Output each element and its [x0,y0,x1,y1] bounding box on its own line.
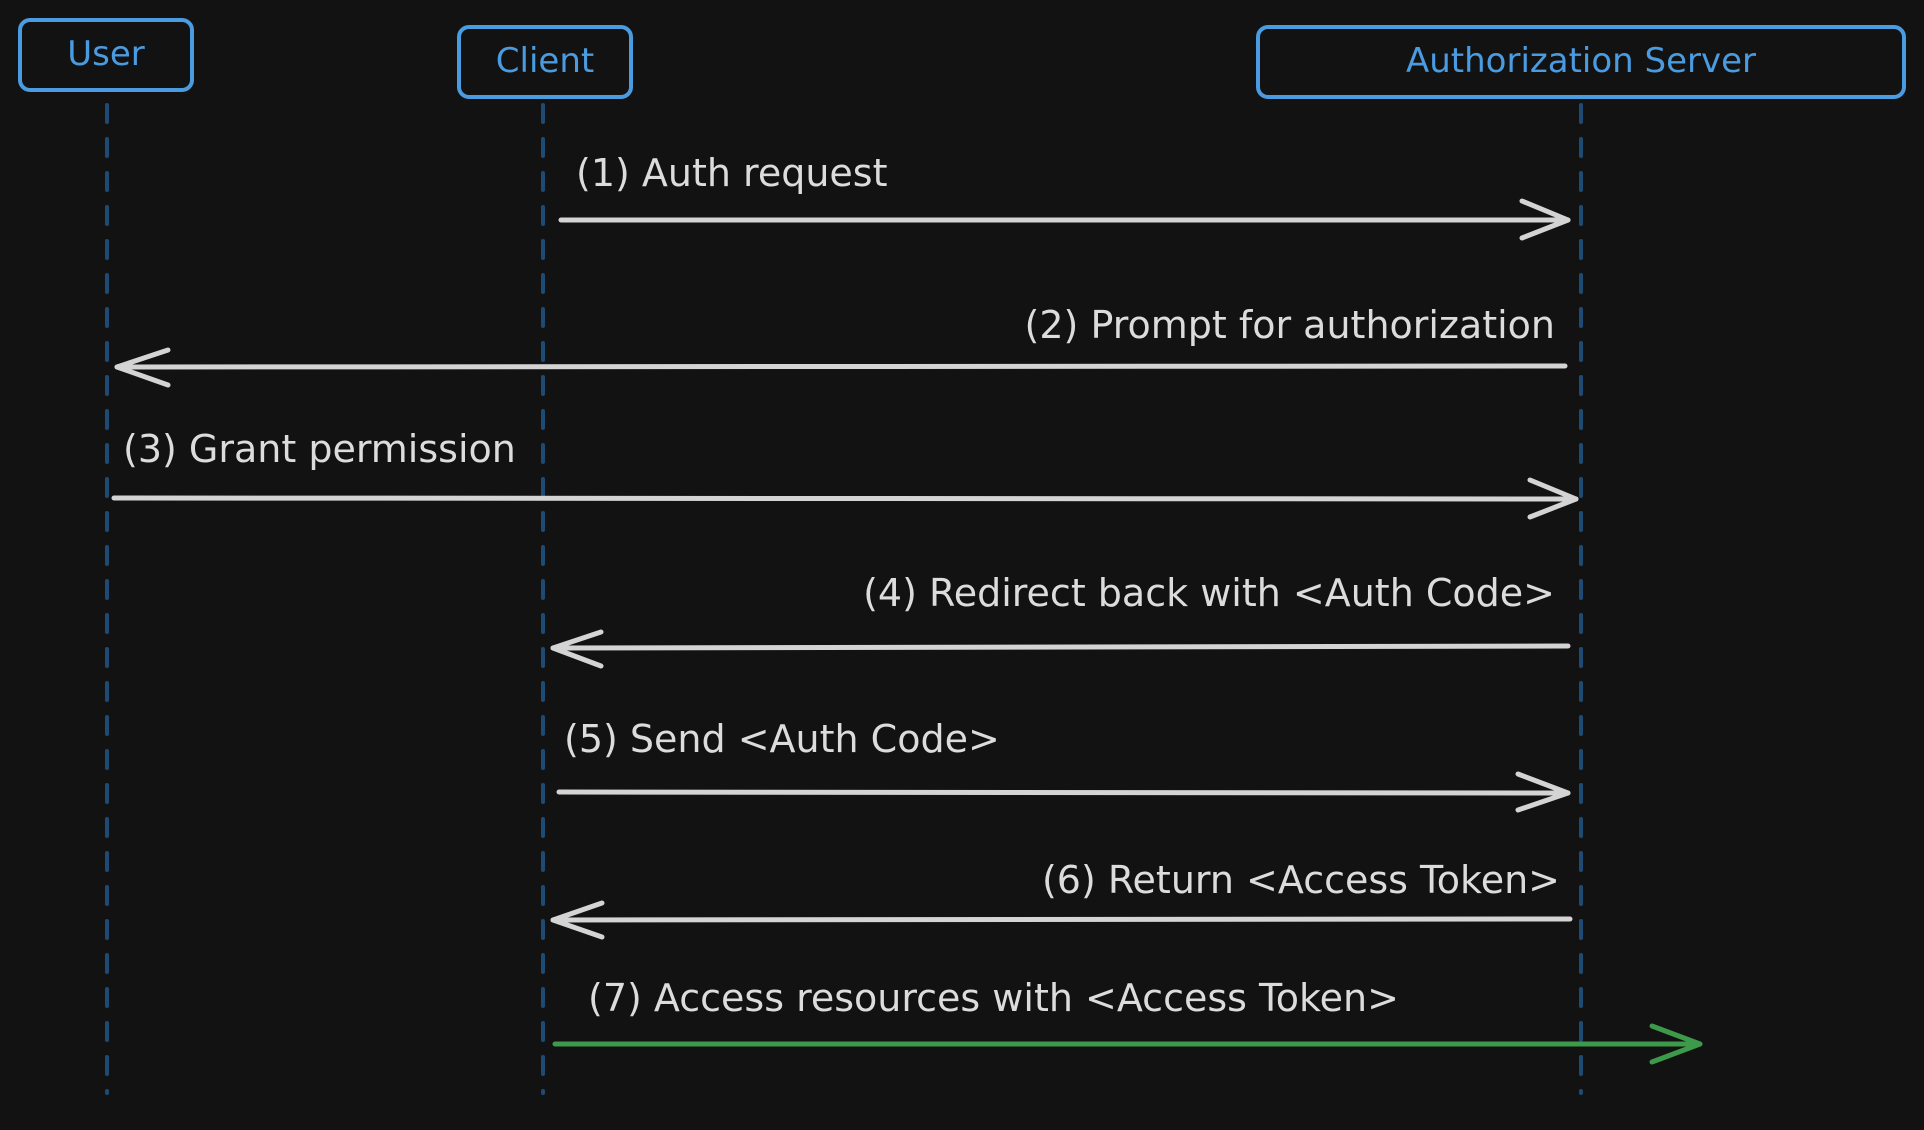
message-2-line [114,363,1568,370]
message-5-line [556,789,1571,796]
message-4-line [550,643,1571,651]
actor-auth-server-label: Authorization Server [1406,41,1756,81]
message-3[interactable]: (3) Grant permission [111,427,1579,520]
message-6[interactable]: (6) Return <Access Token> [550,858,1573,940]
message-2-label: (2) Prompt for authorization [1025,303,1555,347]
sequence-diagram: User Client Authorization Server (1) Aut… [18,18,1906,1095]
message-5[interactable]: (5) Send <Auth Code> [556,717,1571,813]
message-2[interactable]: (2) Prompt for authorization [114,303,1568,388]
message-4[interactable]: (4) Redirect back with <Auth Code> [550,571,1571,669]
message-7[interactable]: (7) Access resources with <Access Token> [552,976,1703,1065]
message-6-label: (6) Return <Access Token> [1042,858,1560,902]
message-4-label: (4) Redirect back with <Auth Code> [863,571,1555,615]
actor-client-label: Client [496,41,594,81]
actor-client[interactable]: Client [457,25,633,99]
message-1-label: (1) Auth request [576,151,888,195]
actor-user-label: User [67,34,145,74]
message-1[interactable]: (1) Auth request [558,151,1571,241]
message-5-label: (5) Send <Auth Code> [564,717,1000,761]
actor-user[interactable]: User [18,18,194,92]
actor-authorization-server[interactable]: Authorization Server [1256,25,1906,99]
message-3-line [111,495,1579,502]
message-7-label: (7) Access resources with <Access Token> [588,976,1399,1020]
message-3-label: (3) Grant permission [123,427,516,471]
message-6-line [550,916,1573,923]
